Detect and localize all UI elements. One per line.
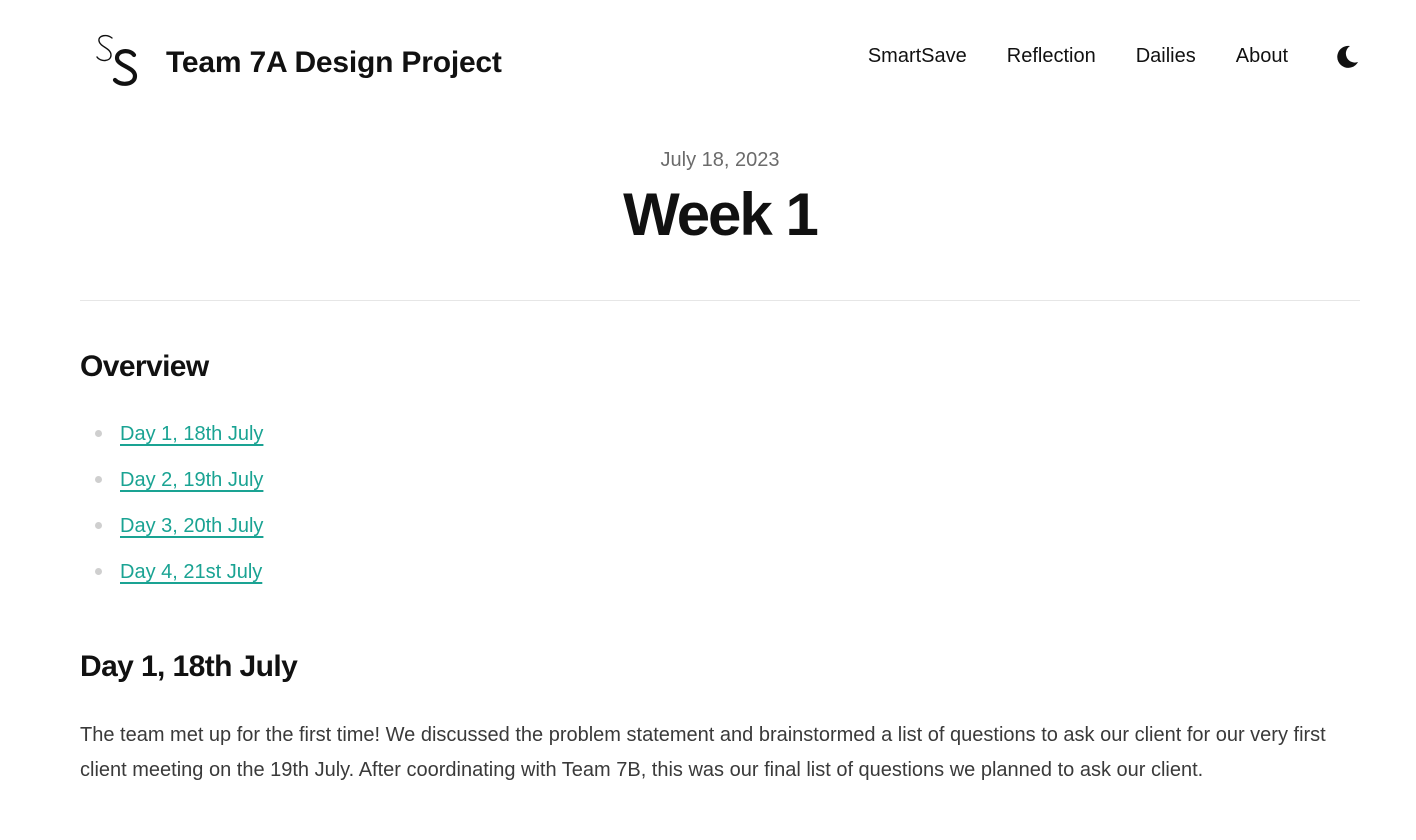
nav-smartsave[interactable]: SmartSave [868,45,967,68]
toc-link-day-2[interactable]: Day 2, 19th July [120,469,263,491]
home-link[interactable]: Team 7A Design Project [80,29,502,91]
list-item: Day 2, 19th July [80,468,1360,514]
day-1-paragraph: The team met up for the first time! We d… [80,724,1326,781]
toc-link-day-4[interactable]: Day 4, 21st July [120,561,262,583]
main-nav: SmartSave Reflection Dailies About [868,28,1360,92]
header-divider [80,300,1360,301]
site-title: Team 7A Design Project [166,46,502,79]
bullet-icon [95,430,102,437]
site-header: Team 7A Design Project SmartSave Reflect… [80,28,1360,92]
overview-list: Day 1, 18th July Day 2, 19th July Day 3,… [80,422,1360,606]
post-date: July 18, 2023 [660,149,780,171]
nav-dailies[interactable]: Dailies [1136,45,1196,68]
post-content: Overview Day 1, 18th July Day 2, 19th Ju… [80,350,1360,788]
bullet-icon [95,568,102,575]
toc-link-day-3[interactable]: Day 3, 20th July [120,515,263,537]
ss-monogram-logo [94,29,144,91]
post-title: Week 1 [623,181,819,248]
list-item: Day 4, 21st July [80,560,1360,606]
day-1-heading: Day 1, 18th July [80,650,298,683]
list-item: Day 1, 18th July [80,422,1360,468]
moon-icon[interactable] [1334,44,1360,70]
toc-link-day-1[interactable]: Day 1, 18th July [120,423,263,445]
nav-about[interactable]: About [1236,45,1288,68]
list-item: Day 3, 20th July [80,514,1360,560]
overview-heading: Overview [80,350,209,383]
bullet-icon [95,522,102,529]
bullet-icon [95,476,102,483]
page: Team 7A Design Project SmartSave Reflect… [0,0,1416,840]
nav-reflection[interactable]: Reflection [1007,45,1096,68]
